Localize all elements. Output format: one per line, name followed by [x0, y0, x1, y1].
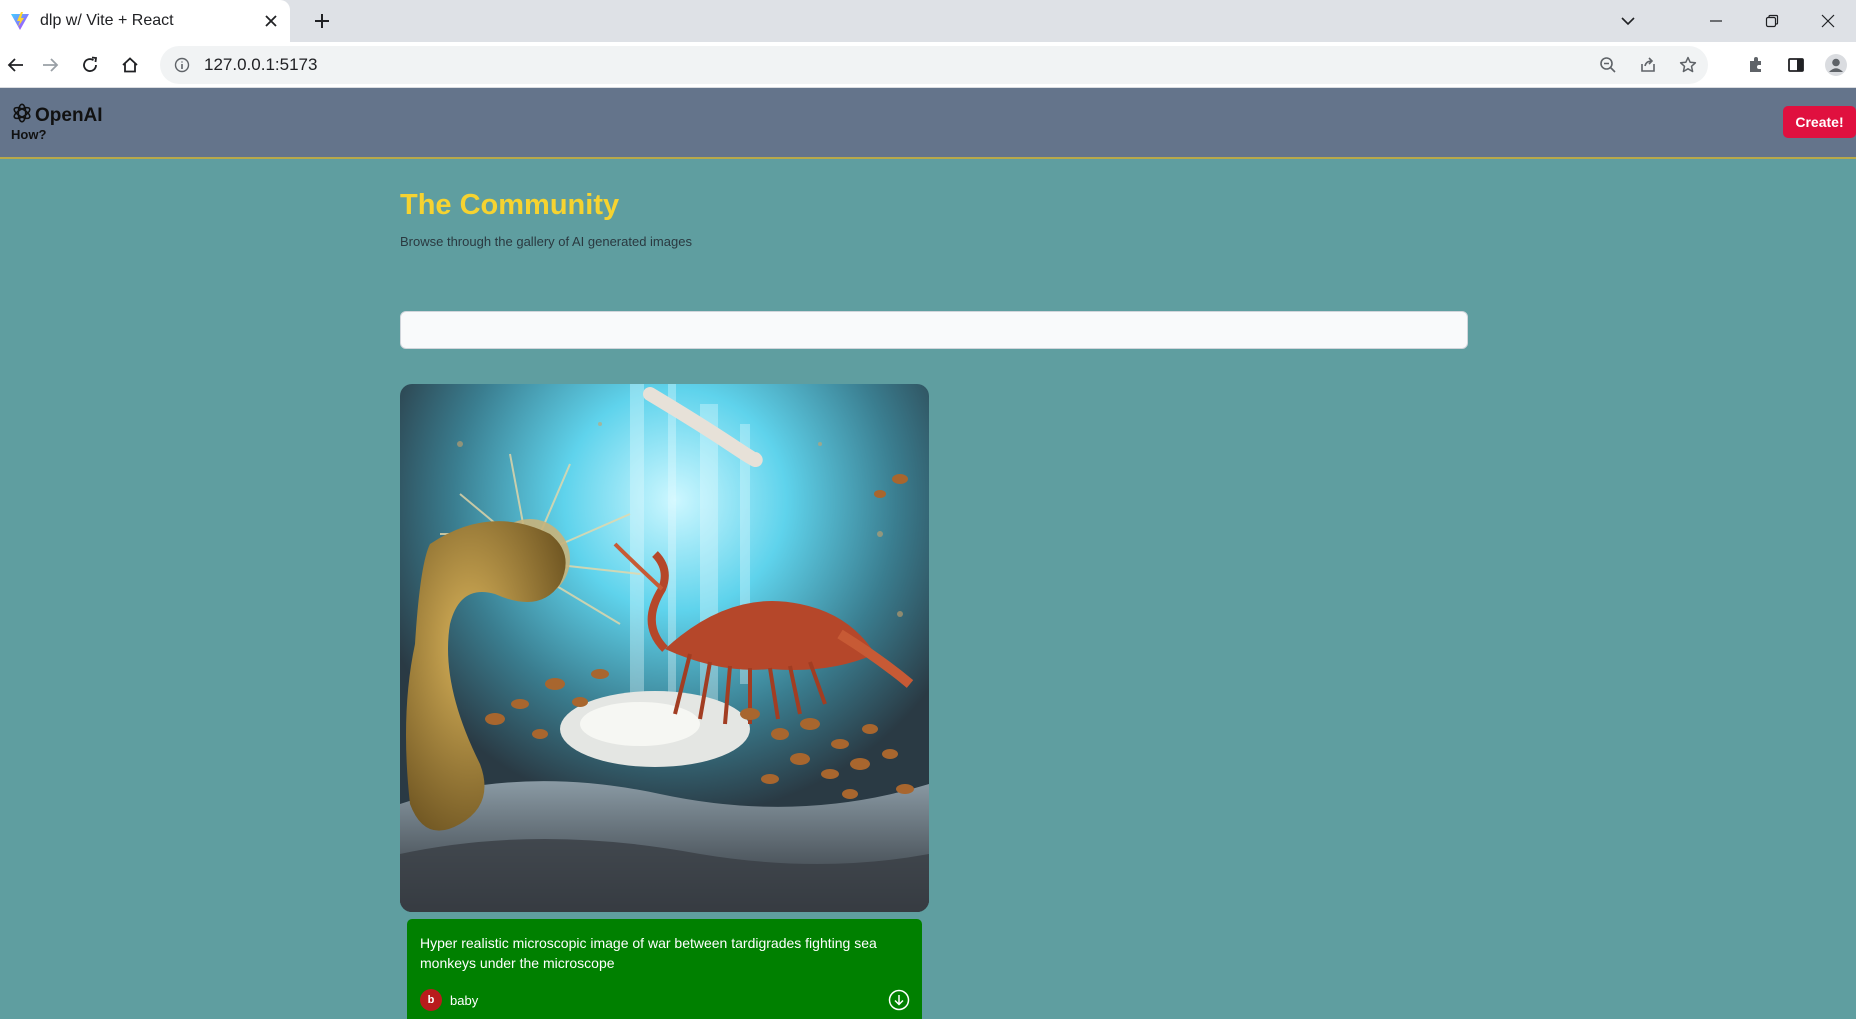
- vite-favicon-icon: [10, 11, 30, 31]
- tab-title: dlp w/ Vite + React: [40, 12, 174, 29]
- page-subtitle: Browse through the gallery of AI generat…: [400, 234, 692, 249]
- generated-image: [400, 384, 929, 912]
- share-icon[interactable]: [1628, 49, 1668, 81]
- site-info-icon[interactable]: [160, 57, 204, 73]
- card-prompt: Hyper realistic microscopic image of war…: [420, 935, 877, 971]
- url-text[interactable]: 127.0.0.1:5173: [204, 55, 1588, 75]
- browser-toolbar: 127.0.0.1:5173: [0, 42, 1856, 88]
- zoom-out-icon[interactable]: [1588, 49, 1628, 81]
- brand-name: OpenAI: [35, 104, 103, 126]
- bookmark-star-icon[interactable]: [1668, 49, 1708, 81]
- card-author: b baby: [420, 989, 478, 1011]
- reload-icon[interactable]: [74, 49, 106, 81]
- how-link[interactable]: How?: [11, 127, 46, 142]
- app-header: OpenAI How? Create!: [0, 88, 1856, 159]
- back-arrow-icon[interactable]: [0, 49, 32, 81]
- browser-tab[interactable]: dlp w/ Vite + React: [0, 0, 290, 42]
- close-window-icon[interactable]: [1800, 0, 1856, 42]
- page-title: The Community: [400, 189, 620, 221]
- search-input[interactable]: [400, 311, 1468, 349]
- address-bar[interactable]: 127.0.0.1:5173: [160, 46, 1708, 84]
- home-icon[interactable]: [114, 49, 146, 81]
- author-name: baby: [450, 992, 479, 1008]
- new-tab-plus-icon[interactable]: [306, 5, 338, 37]
- minimize-icon[interactable]: [1688, 0, 1744, 42]
- openai-logo-icon: [11, 102, 33, 129]
- restore-icon[interactable]: [1744, 0, 1800, 42]
- forward-arrow-icon[interactable]: [34, 49, 66, 81]
- download-icon[interactable]: [888, 989, 910, 1011]
- create-button[interactable]: Create!: [1783, 106, 1856, 138]
- author-avatar: b: [420, 989, 442, 1011]
- side-panel-icon[interactable]: [1776, 49, 1816, 81]
- profile-avatar-icon[interactable]: [1816, 49, 1856, 81]
- card-info-panel: Hyper realistic microscopic image of war…: [407, 919, 922, 1019]
- tab-search-chevron-icon[interactable]: [1600, 0, 1656, 42]
- gallery-card[interactable]: Hyper realistic microscopic image of war…: [400, 384, 929, 1019]
- brand-logo-link[interactable]: OpenAI: [11, 102, 103, 129]
- extensions-puzzle-icon[interactable]: [1736, 49, 1776, 81]
- browser-tab-strip: dlp w/ Vite + React: [0, 0, 1856, 42]
- close-tab-icon[interactable]: [256, 6, 286, 36]
